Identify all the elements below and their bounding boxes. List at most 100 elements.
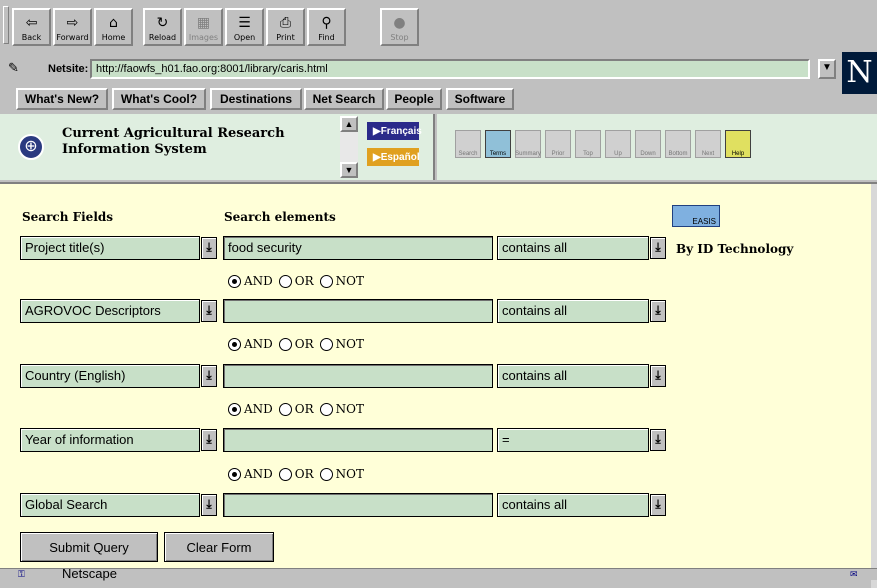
or-radio-1[interactable] [278,274,292,288]
field-select-3[interactable]: Country (English) [20,364,200,388]
espanol-button[interactable]: ▶ Español [367,148,420,166]
search-input-1[interactable]: food security [223,236,493,260]
directory-buttons: What's New? What's Cool? Destinations Ne… [0,86,877,112]
stop-icon: ● [393,15,406,31]
reload-button[interactable]: ↻ Reload [143,8,182,46]
net-search-button[interactable]: Net Search [304,88,384,110]
chevron-down-icon: ⤓ [206,497,212,511]
nav-search-button[interactable]: Search [455,130,481,158]
mail-icon[interactable]: ✉ [850,569,858,580]
scroll-up-button[interactable]: ▲ [340,116,358,132]
header-frame: ⊕ Current Agricultural Research Informat… [0,114,877,180]
navigation-buttons: Search Terms Summary Prior Top Up Down B… [437,114,877,180]
binoculars-icon: ⚲ [321,15,332,31]
open-button[interactable]: ☰ Open [225,8,264,46]
or-radio-3[interactable] [278,402,292,416]
easis-logo[interactable]: EASIS [672,205,720,227]
and-radio-2[interactable] [228,337,241,351]
whats-new-button[interactable]: What's New? [16,88,108,110]
nav-prior-button[interactable]: Prior [545,130,571,158]
caris-title: Current Agricultural Research Informatio… [62,126,285,157]
security-key-icon: ⚿ [18,569,25,579]
operator-select-4[interactable]: = [497,428,649,452]
nav-up-button[interactable]: Up [605,130,631,158]
clear-form-button[interactable]: Clear Form [164,532,274,562]
field-select-4-dropdown[interactable]: ⤓ [201,429,217,451]
chevron-down-icon: ⤓ [206,432,212,446]
home-button[interactable]: ⌂ Home [94,8,133,46]
people-button[interactable]: People [386,88,442,110]
field-select-2-dropdown[interactable]: ⤓ [201,300,217,322]
nav-terms-button[interactable]: Terms [485,130,511,158]
scroll-down-button[interactable]: ▼ [340,162,358,178]
or-radio-4[interactable] [278,467,292,481]
operator-select-5-dropdown[interactable]: ⤓ [650,494,666,516]
operator-select-5[interactable]: contains all [497,493,649,517]
field-select-3-dropdown[interactable]: ⤓ [201,365,217,387]
navigation-toolbar: ⇦ Back ⇨ Forward ⌂ Home ↻ Reload ▦ Image… [0,0,877,52]
field-select-4[interactable]: Year of information [20,428,200,452]
chevron-down-icon: ⤓ [206,368,212,382]
toolbar-grip[interactable] [3,6,9,44]
not-radio-4[interactable] [319,467,333,481]
operator-select-3-dropdown[interactable]: ⤓ [650,365,666,387]
bookmark-icon[interactable]: ✎ [8,60,19,76]
url-input[interactable]: http://faowfs_h01.fao.org:8001/library/c… [90,59,810,79]
field-select-1-dropdown[interactable]: ⤓ [201,237,217,259]
open-icon: ☰ [238,15,251,31]
operator-select-2-dropdown[interactable]: ⤓ [650,300,666,322]
nav-bottom-button[interactable]: Bottom [665,130,691,158]
url-history-dropdown[interactable]: ▼ [818,59,836,79]
stop-button[interactable]: ● Stop [380,8,419,46]
search-input-3[interactable] [223,364,493,388]
field-select-2[interactable]: AGROVOC Descriptors [20,299,200,323]
operator-select-3[interactable]: contains all [497,364,649,388]
not-radio-3[interactable] [319,402,333,416]
status-bar: ⚿ Netscape ✉ [0,566,877,581]
software-button[interactable]: Software [446,88,514,110]
main-scrollbar[interactable] [871,184,877,588]
banner-scrollbar[interactable]: ▲ ▼ [340,116,358,178]
nav-next-button[interactable]: Next [695,130,721,158]
back-button[interactable]: ⇦ Back [12,8,51,46]
printer-icon: ⎙ [279,15,292,31]
or-radio-2[interactable] [278,337,292,351]
whats-cool-button[interactable]: What's Cool? [112,88,206,110]
globe-icon: ⊕ [18,134,44,160]
not-radio-2[interactable] [319,337,333,351]
print-button[interactable]: ⎙ Print [266,8,305,46]
and-radio-3[interactable] [228,402,241,416]
and-radio-4[interactable] [228,467,241,481]
chevron-down-icon: ⤓ [206,240,212,254]
images-button[interactable]: ▦ Images [184,8,223,46]
nav-top-button[interactable]: Top [575,130,601,158]
francais-button[interactable]: ▶ Français [367,122,422,140]
and-radio-1[interactable] [228,274,241,288]
operator-select-1-dropdown[interactable]: ⤓ [650,237,666,259]
chevron-down-icon: ⤓ [206,303,212,317]
search-input-2[interactable] [223,299,493,323]
search-input-4[interactable] [223,428,493,452]
nav-down-button[interactable]: Down [635,130,661,158]
id-technology-credit: By ID Technology [676,242,794,256]
field-select-5-dropdown[interactable]: ⤓ [201,494,217,516]
chevron-down-icon: ⤓ [655,368,661,382]
not-radio-1[interactable] [319,274,333,288]
status-text: Netscape [62,566,117,581]
operator-select-2[interactable]: contains all [497,299,649,323]
search-input-5[interactable] [223,493,493,517]
field-select-1[interactable]: Project title(s) [20,236,200,260]
operator-select-4-dropdown[interactable]: ⤓ [650,429,666,451]
operator-select-1[interactable]: contains all [497,236,649,260]
field-select-5[interactable]: Global Search [20,493,200,517]
find-button[interactable]: ⚲ Find [307,8,346,46]
home-icon: ⌂ [109,15,118,31]
submit-query-button[interactable]: Submit Query [20,532,158,562]
nav-summary-button[interactable]: Summary [515,130,541,158]
forward-button[interactable]: ⇨ Forward [53,8,92,46]
destinations-button[interactable]: Destinations [210,88,302,110]
arrow-up-icon: ▲ [344,119,354,129]
nav-help-button[interactable]: Help [725,130,751,158]
back-arrow-icon: ⇦ [25,15,38,31]
location-bar: ✎ Netsite: http://faowfs_h01.fao.org:800… [0,56,877,84]
